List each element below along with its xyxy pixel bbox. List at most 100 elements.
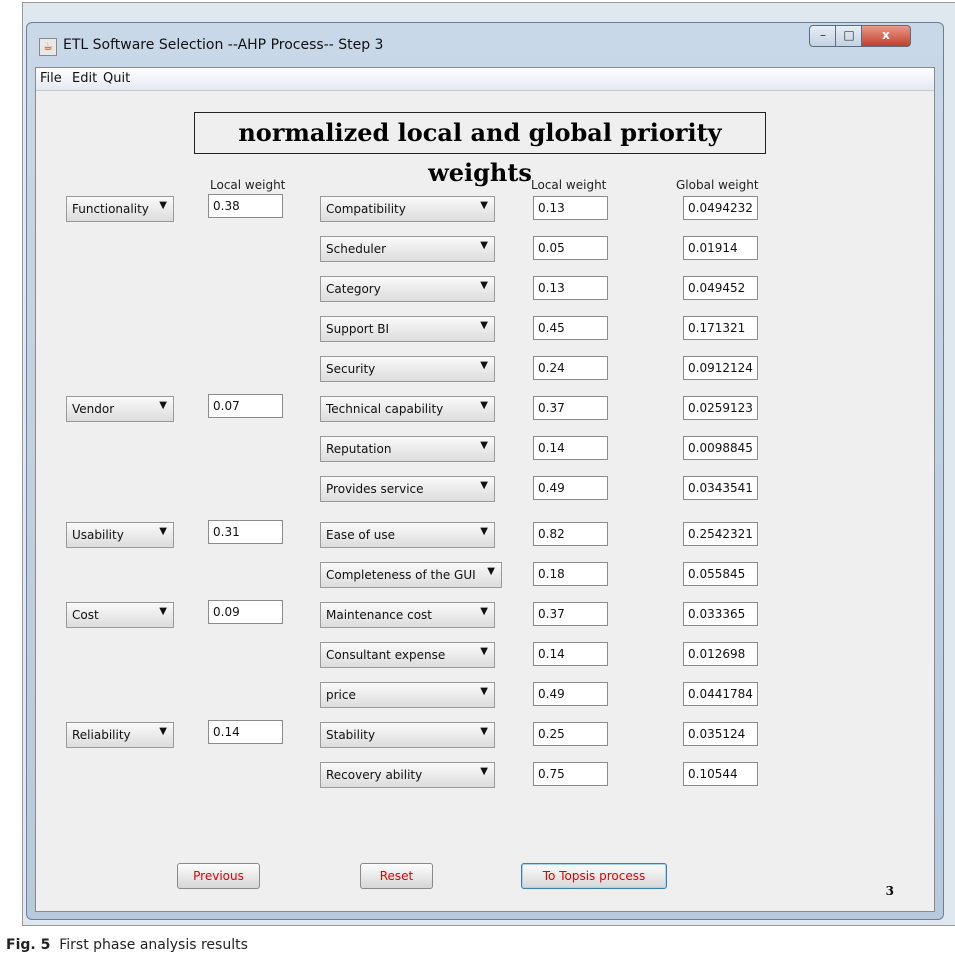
java-app-icon: ☕ <box>39 38 57 56</box>
chevron-down-icon: ▼ <box>159 726 167 737</box>
criteria-select[interactable]: Reliability ▼ <box>66 722 174 748</box>
subcriteria-select[interactable]: Category ▼ <box>320 276 495 302</box>
chevron-down-icon: ▼ <box>480 480 488 491</box>
chevron-down-icon: ▼ <box>480 606 488 617</box>
subcriteria-select[interactable]: Maintenance cost ▼ <box>320 602 495 628</box>
chevron-down-icon: ▼ <box>480 200 488 211</box>
global-weight-field[interactable]: 0.012698 <box>683 642 758 666</box>
chevron-down-icon: ▼ <box>159 400 167 411</box>
maximize-button[interactable]: □ <box>835 25 863 47</box>
subcriteria-select[interactable]: Ease of use ▼ <box>320 522 495 548</box>
criteria-local-weight-field[interactable]: 0.07 <box>208 394 283 418</box>
subcriteria-select[interactable]: Reputation ▼ <box>320 436 495 462</box>
criteria-local-weight-header: Local weight <box>210 178 286 192</box>
sub-local-weight-field[interactable]: 0.14 <box>533 642 608 666</box>
chevron-down-icon: ▼ <box>480 400 488 411</box>
menu-edit[interactable]: Edit <box>72 71 97 86</box>
minimize-button[interactable]: – <box>809 25 837 47</box>
menu-quit[interactable]: Quit <box>103 71 130 86</box>
criteria-select[interactable]: Cost ▼ <box>66 602 174 628</box>
page-number: 3 <box>885 884 894 898</box>
global-weight-field[interactable]: 0.055845 <box>683 562 758 586</box>
sub-local-weight-field[interactable]: 0.13 <box>533 196 608 220</box>
subcriteria-select[interactable]: Provides service ▼ <box>320 476 495 502</box>
close-button[interactable]: x <box>861 25 911 47</box>
chevron-down-icon: ▼ <box>159 526 167 537</box>
chevron-down-icon: ▼ <box>480 240 488 251</box>
criteria-select[interactable]: Usability ▼ <box>66 522 174 548</box>
global-weight-field[interactable]: 0.2542321 <box>683 522 758 546</box>
criteria-select-label: Vendor <box>72 402 115 416</box>
chevron-down-icon: ▼ <box>487 566 495 577</box>
reset-button[interactable]: Reset <box>360 863 433 889</box>
sub-local-weight-field[interactable]: 0.37 <box>533 602 608 626</box>
subcriteria-select[interactable]: Security ▼ <box>320 356 495 382</box>
to-topsis-button[interactable]: To Topsis process <box>521 863 667 889</box>
subcriteria-select[interactable]: Compatibility ▼ <box>320 196 495 222</box>
previous-button[interactable]: Previous <box>177 863 260 889</box>
chevron-down-icon: ▼ <box>480 766 488 777</box>
criteria-local-weight-field[interactable]: 0.14 <box>208 720 283 744</box>
figure-caption-text: First phase analysis results <box>59 937 248 953</box>
global-weight-field[interactable]: 0.0441784 <box>683 682 758 706</box>
chevron-down-icon: ▼ <box>480 686 488 697</box>
global-weight-field[interactable]: 0.01914 <box>683 236 758 260</box>
figure-caption: Fig. 5 First phase analysis results <box>6 937 248 953</box>
sub-local-weight-header: Local weight <box>531 178 607 192</box>
subcriteria-select[interactable]: Technical capability ▼ <box>320 396 495 422</box>
sub-local-weight-field[interactable]: 0.18 <box>533 562 608 586</box>
subcriteria-select[interactable]: Stability ▼ <box>320 722 495 748</box>
subcriteria-select-label: Technical capability <box>326 402 444 416</box>
subcriteria-select-label: price <box>326 688 356 702</box>
content-panel: File Edit Quit normalized local and glob… <box>35 67 935 912</box>
criteria-select-label: Cost <box>72 608 99 622</box>
subcriteria-select[interactable]: Consultant expense ▼ <box>320 642 495 668</box>
sub-local-weight-field[interactable]: 0.45 <box>533 316 608 340</box>
global-weight-field[interactable]: 0.10544 <box>683 762 758 786</box>
chevron-down-icon: ▼ <box>159 606 167 617</box>
sub-local-weight-field[interactable]: 0.82 <box>533 522 608 546</box>
global-weight-field[interactable]: 0.033365 <box>683 602 758 626</box>
subcriteria-select-label: Provides service <box>326 482 424 496</box>
subcriteria-select[interactable]: Completeness of the GUI ▼ <box>320 562 502 588</box>
global-weight-field[interactable]: 0.0259123 <box>683 396 758 420</box>
criteria-select-label: Usability <box>72 528 124 542</box>
subcriteria-select-label: Security <box>326 362 376 376</box>
sub-local-weight-field[interactable]: 0.25 <box>533 722 608 746</box>
criteria-local-weight-field[interactable]: 0.09 <box>208 600 283 624</box>
sub-local-weight-field[interactable]: 0.24 <box>533 356 608 380</box>
global-weight-field[interactable]: 0.0098845 <box>683 436 758 460</box>
subcriteria-select-label: Stability <box>326 728 376 742</box>
chevron-down-icon: ▼ <box>480 726 488 737</box>
subcriteria-select-label: Support BI <box>326 322 390 336</box>
menu-file[interactable]: File <box>40 71 62 86</box>
figure-label: Fig. 5 <box>6 937 51 953</box>
criteria-local-weight-field[interactable]: 0.31 <box>208 520 283 544</box>
subcriteria-select[interactable]: Support BI ▼ <box>320 316 495 342</box>
sub-local-weight-field[interactable]: 0.49 <box>533 682 608 706</box>
global-weight-field[interactable]: 0.0494232 <box>683 196 758 220</box>
sub-local-weight-field[interactable]: 0.14 <box>533 436 608 460</box>
sub-local-weight-field[interactable]: 0.75 <box>533 762 608 786</box>
subcriteria-select-label: Reputation <box>326 442 392 456</box>
global-weight-field[interactable]: 0.049452 <box>683 276 758 300</box>
subcriteria-select[interactable]: Recovery ability ▼ <box>320 762 495 788</box>
global-weight-field[interactable]: 0.035124 <box>683 722 758 746</box>
app-window: ☕ ETL Software Selection --AHP Process--… <box>26 22 944 920</box>
criteria-select-label: Functionality <box>72 202 149 216</box>
global-weight-field[interactable]: 0.0343541 <box>683 476 758 500</box>
criteria-local-weight-field[interactable]: 0.38 <box>208 194 283 218</box>
sub-local-weight-field[interactable]: 0.05 <box>533 236 608 260</box>
sub-local-weight-field[interactable]: 0.13 <box>533 276 608 300</box>
subcriteria-select[interactable]: Scheduler ▼ <box>320 236 495 262</box>
subcriteria-select[interactable]: price ▼ <box>320 682 495 708</box>
global-weight-field[interactable]: 0.0912124 <box>683 356 758 380</box>
criteria-select[interactable]: Functionality ▼ <box>66 196 174 222</box>
sub-local-weight-field[interactable]: 0.49 <box>533 476 608 500</box>
subcriteria-select-label: Category <box>326 282 381 296</box>
sub-local-weight-field[interactable]: 0.37 <box>533 396 608 420</box>
subcriteria-select-label: Completeness of the GUI <box>326 568 476 582</box>
global-weight-header: Global weight <box>676 178 759 192</box>
criteria-select[interactable]: Vendor ▼ <box>66 396 174 422</box>
global-weight-field[interactable]: 0.171321 <box>683 316 758 340</box>
